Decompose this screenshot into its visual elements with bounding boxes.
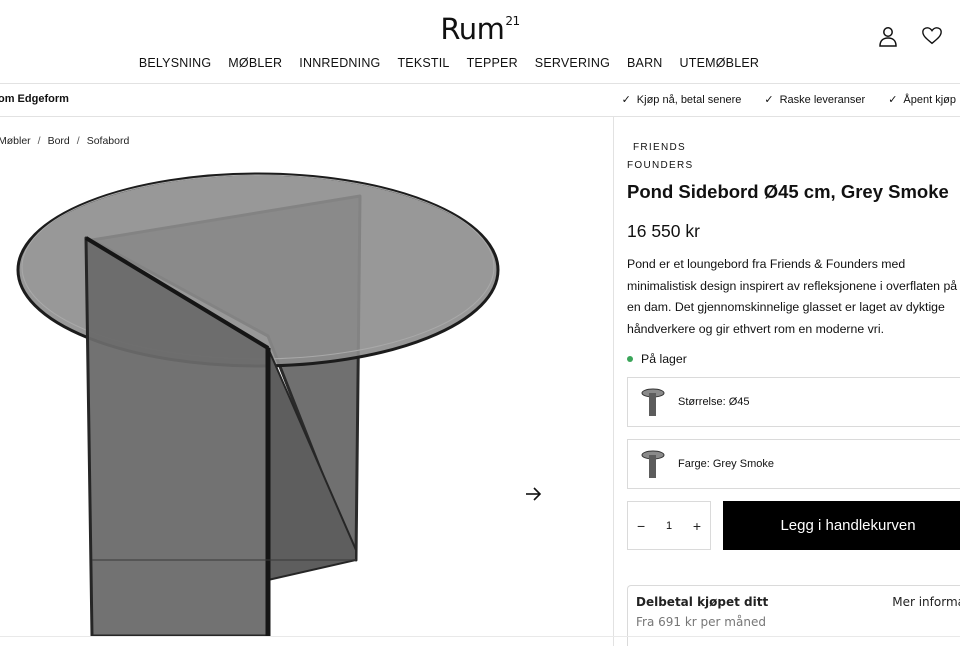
brand-logo-line: FOUNDERS [627,160,694,171]
check-icon: ✓ [764,94,774,106]
heart-icon[interactable] [921,25,943,47]
nav-item-utemobler[interactable]: UTEMØBLER [680,56,760,70]
breadcrumb: Møbler / Bord / Sofabord [0,135,129,147]
main-nav: BELYSNING MØBLER INNREDNING TEKSTIL TEPP… [0,56,898,70]
quantity-value[interactable]: 1 [666,520,672,532]
nav-item-innredning[interactable]: INNREDNING [299,56,380,70]
nav-item-barn[interactable]: BARN [627,56,663,70]
nav-item-belysning[interactable]: BELYSNING [139,56,211,70]
site-logo[interactable]: Rum21 [0,12,960,46]
usp-bar: ✓ Kjøp nå, betal senere ✓ Raske leverans… [621,93,956,107]
plus-icon[interactable]: + [693,518,701,534]
logo-superscript: 21 [505,14,520,28]
usp-item: ✓ Raske leveranser [764,93,866,107]
stock-label: På lager [641,352,687,366]
arrow-right-icon[interactable] [522,483,544,505]
nav-item-tekstil[interactable]: TEKSTIL [397,56,449,70]
usp-label: Kjøp nå, betal senere [636,93,742,106]
table-thumbnail-icon [640,449,666,479]
product-image [16,172,500,636]
breadcrumb-item[interactable]: Møbler [0,135,31,147]
check-icon: ✓ [621,94,631,106]
header-divider [0,83,960,84]
breadcrumb-separator: / [37,135,41,147]
breadcrumb-item[interactable]: Bord [48,135,70,147]
add-to-cart-button[interactable]: Legg i handlekurven [723,501,960,550]
brand-link[interactable]: om Edgeform [0,93,69,105]
header-actions [877,25,943,47]
brand-logo-line: FRIENDS [633,142,686,153]
usp-label: Raske leveranser [779,93,866,106]
size-selector[interactable]: Størrelse: Ø45 [627,377,960,427]
product-title: Pond Sidebord Ø45 cm, Grey Smoke [627,181,949,202]
more-info-link[interactable]: Mer informa [892,595,960,609]
check-icon: ✓ [888,94,898,106]
nav-item-tepper[interactable]: TEPPER [467,56,518,70]
minus-icon[interactable]: − [637,518,645,534]
color-selector[interactable]: Farge: Grey Smoke [627,439,960,489]
logo-text: Rum [440,12,505,46]
breadcrumb-separator: / [76,135,80,147]
nav-item-servering[interactable]: SERVERING [535,56,610,70]
quantity-stepper: − 1 + [627,501,711,550]
stock-status: På lager [627,352,687,366]
product-price: 16 550 kr [627,221,700,241]
nav-item-mobler[interactable]: MØBLER [228,56,282,70]
viewport-bottom-divider [0,636,960,637]
installment-subtitle: Fra 691 kr per måned [636,615,766,629]
brand-logo[interactable]: FRIENDS FOUNDERS [627,139,694,175]
column-divider [613,117,614,646]
color-label: Farge: Grey Smoke [678,458,774,470]
usp-item: ✓ Åpent kjøp [888,93,956,107]
stock-dot-icon [627,356,633,362]
size-label: Størrelse: Ø45 [678,396,750,408]
table-thumbnail-icon [640,387,666,417]
breadcrumb-item[interactable]: Sofabord [87,135,130,147]
usp-label: Åpent kjøp [903,93,956,106]
usp-item: ✓ Kjøp nå, betal senere [621,93,742,107]
user-icon[interactable] [877,25,899,47]
product-description: Pond er et loungebord fra Friends & Foun… [627,257,958,336]
promo-divider [0,116,960,117]
